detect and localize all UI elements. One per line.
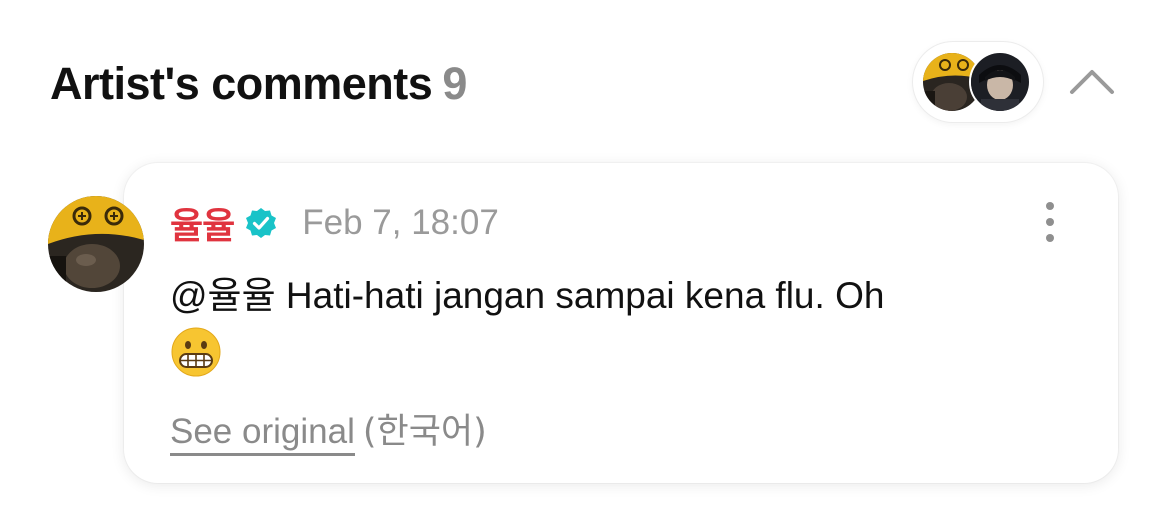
comment-body: @율율 Hati-hati jangan sampai kena flu. Oh xyxy=(170,266,1070,386)
translation-info: See original (한국어) xyxy=(170,403,487,456)
original-language-label: (한국어) xyxy=(362,412,487,452)
see-original-link[interactable]: See original xyxy=(170,412,355,456)
comment-text: Hati-hati jangan sampai kena flu. Oh xyxy=(275,275,885,316)
verified-badge-icon xyxy=(244,206,278,240)
section-title-label: Artist's comments xyxy=(50,58,433,109)
comment-meta: 율율 Feb 7, 18:07 xyxy=(170,198,499,248)
comment-author-avatar[interactable] xyxy=(48,196,144,292)
more-options-button[interactable] xyxy=(1030,200,1070,244)
artist-comments-section: Artist's comments 9 율율 Feb 7, 18:07 @율율 … xyxy=(0,0,1170,524)
collapse-button[interactable] xyxy=(1066,60,1118,104)
artist-avatar xyxy=(969,51,1031,113)
chevron-up-icon xyxy=(1070,70,1114,94)
comment-timestamp: Feb 7, 18:07 xyxy=(302,203,499,242)
grimacing-face-emoji xyxy=(170,326,222,378)
more-vertical-icon xyxy=(1046,202,1054,242)
section-title: Artist's comments 9 xyxy=(50,58,467,110)
artist-avatar-stack[interactable] xyxy=(913,42,1043,122)
comment-author-name[interactable]: 율율 xyxy=(170,197,235,249)
section-header: Artist's comments 9 xyxy=(0,0,1170,160)
comment-mention[interactable]: @율율 xyxy=(170,275,276,316)
comment-count: 9 xyxy=(442,58,467,109)
